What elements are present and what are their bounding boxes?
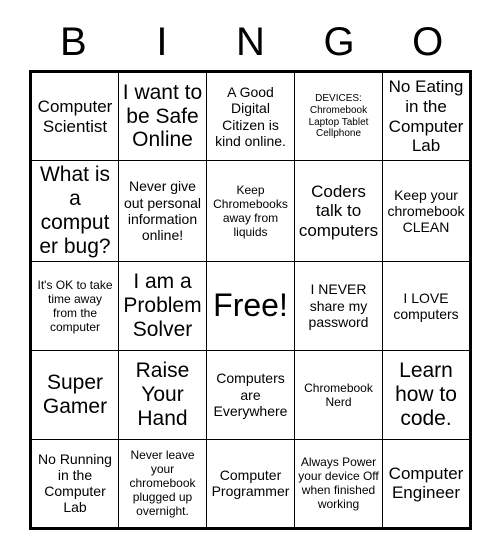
bingo-cell-free[interactable]: Free! bbox=[206, 260, 295, 351]
bingo-cell-text: Raise Your Hand bbox=[135, 358, 190, 430]
bingo-row: Computer Scientist I want to be Safe Onl… bbox=[30, 71, 471, 161]
bingo-cell-text: I LOVE computers bbox=[393, 289, 459, 322]
bingo-header-letter-g: G bbox=[323, 20, 355, 64]
bingo-cell[interactable]: I NEVER share my password bbox=[294, 260, 383, 351]
bingo-cell[interactable]: I want to be Safe Online bbox=[118, 71, 207, 161]
bingo-cell[interactable]: Always Power your device Off when finish… bbox=[294, 438, 383, 529]
bingo-cell[interactable]: Computer Programmer bbox=[206, 438, 295, 529]
bingo-cell[interactable]: Raise Your Hand bbox=[118, 349, 207, 440]
bingo-cell[interactable]: Computer Scientist bbox=[30, 71, 119, 161]
bingo-cell-text: No Eating in the Computer Lab bbox=[388, 77, 464, 156]
bingo-cell-text: I am a Problem Solver bbox=[123, 269, 202, 341]
bingo-cell-text: Super Gamer bbox=[42, 370, 108, 418]
bingo-row: It's OK to take time away from the compu… bbox=[30, 260, 471, 351]
bingo-cell-text: Keep your chromebook CLEAN bbox=[387, 186, 465, 235]
bingo-cell[interactable]: Chromebook Nerd bbox=[294, 349, 383, 440]
bingo-cell[interactable]: No Eating in the Computer Lab bbox=[382, 71, 471, 161]
bingo-cell-text: Computer Engineer bbox=[388, 463, 464, 503]
bingo-row: What is a computer bug? Never give out p… bbox=[30, 160, 471, 262]
bingo-cell-text: Keep Chromebooks away from liquids bbox=[213, 182, 288, 239]
bingo-cell[interactable]: Computer Engineer bbox=[382, 438, 471, 529]
bingo-header: B I N G O bbox=[29, 14, 472, 70]
bingo-cell[interactable]: A Good Digital Citizen is kind online. bbox=[206, 71, 295, 161]
bingo-cell[interactable]: It's OK to take time away from the compu… bbox=[30, 260, 119, 351]
bingo-card: B I N G O Computer Scientist I want to b… bbox=[29, 14, 472, 530]
bingo-header-letter-b: B bbox=[59, 20, 87, 64]
bingo-cell[interactable]: Learn how to code. bbox=[382, 349, 471, 440]
bingo-cell-text: Always Power your device Off when finish… bbox=[298, 455, 379, 512]
bingo-cell[interactable]: Never leave your chromebook plugged up o… bbox=[118, 438, 207, 529]
bingo-cell[interactable]: Computers are Everywhere bbox=[206, 349, 295, 440]
bingo-cell-text: Chromebook Nerd bbox=[304, 380, 373, 409]
bingo-row: No Running in the Computer Lab Never lea… bbox=[30, 438, 471, 529]
bingo-cell-text: I NEVER share my password bbox=[308, 281, 369, 330]
bingo-cell-text: Free! bbox=[213, 287, 288, 324]
bingo-cell-text: It's OK to take time away from the compu… bbox=[37, 277, 113, 334]
bingo-cell[interactable]: Coders talk to computers bbox=[294, 160, 383, 262]
bingo-cell-text: Learn how to code. bbox=[395, 358, 457, 430]
bingo-cell-text: Never give out personal information onli… bbox=[123, 178, 202, 244]
bingo-cell-text: What is a computer bug? bbox=[39, 163, 111, 258]
bingo-cell-text: I want to be Safe Online bbox=[122, 80, 203, 152]
bingo-header-letter-o: O bbox=[412, 20, 444, 64]
bingo-cell[interactable]: What is a computer bug? bbox=[30, 160, 119, 262]
bingo-header-letter-n: N bbox=[236, 20, 265, 64]
bingo-grid: Computer Scientist I want to be Safe Onl… bbox=[29, 70, 472, 530]
bingo-cell[interactable]: Keep Chromebooks away from liquids bbox=[206, 160, 295, 262]
bingo-cell-text: Never leave your chromebook plugged up o… bbox=[129, 448, 196, 519]
bingo-cell-text: No Running in the Computer Lab bbox=[38, 450, 112, 516]
bingo-cell-text: A Good Digital Citizen is kind online. bbox=[215, 84, 286, 149]
bingo-cell[interactable]: Super Gamer bbox=[30, 349, 119, 440]
bingo-cell[interactable]: I am a Problem Solver bbox=[118, 260, 207, 351]
bingo-cell-text: Computers are Everywhere bbox=[213, 370, 288, 419]
bingo-cell[interactable]: No Running in the Computer Lab bbox=[30, 438, 119, 529]
bingo-cell[interactable]: DEVICES: Chromebook Laptop Tablet Cellph… bbox=[294, 71, 383, 161]
bingo-cell-text: Coders talk to computers bbox=[298, 181, 379, 240]
bingo-cell[interactable]: Keep your chromebook CLEAN bbox=[382, 160, 471, 262]
bingo-cell-text: DEVICES: Chromebook Laptop Tablet Cellph… bbox=[308, 92, 369, 140]
bingo-cell[interactable]: I LOVE computers bbox=[382, 260, 471, 351]
bingo-cell-text: Computer Scientist bbox=[37, 96, 113, 136]
bingo-row: Super Gamer Raise Your Hand Computers ar… bbox=[30, 349, 471, 440]
bingo-cell-text: Computer Programmer bbox=[211, 467, 290, 500]
bingo-cell[interactable]: Never give out personal information onli… bbox=[118, 160, 207, 262]
bingo-header-letter-i: I bbox=[156, 20, 168, 64]
